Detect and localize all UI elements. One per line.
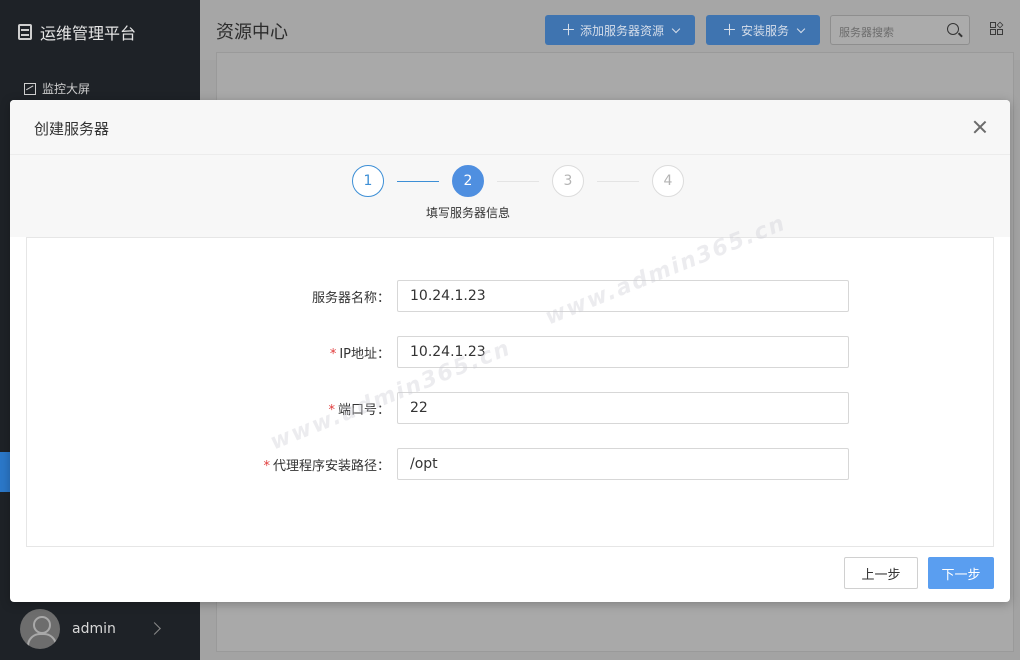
step-3: 3 bbox=[552, 165, 584, 197]
steps: 1 2 3 4 填写服务器信息 bbox=[10, 155, 1010, 237]
install-service-button[interactable]: ＋ 安装服务 bbox=[706, 15, 820, 45]
port-field[interactable] bbox=[397, 392, 849, 424]
chevron-right-icon[interactable] bbox=[148, 622, 161, 635]
server-icon bbox=[18, 24, 32, 40]
sidebar-active-marker bbox=[0, 452, 10, 492]
modal-title: 创建服务器 bbox=[34, 120, 110, 138]
page-title: 资源中心 bbox=[216, 22, 288, 43]
add-server-label: 添加服务器资源 bbox=[580, 23, 665, 38]
required-mark: * bbox=[263, 459, 270, 474]
header: 资源中心 ＋ 添加服务器资源 ＋ 安装服务 服务器搜索 bbox=[200, 0, 1020, 60]
user-name: admin bbox=[72, 621, 116, 637]
plus-icon: ＋ bbox=[721, 20, 737, 39]
server-name-field[interactable] bbox=[397, 280, 849, 312]
ip-label: * IP地址： bbox=[329, 347, 390, 362]
brand-title: 运维管理平台 bbox=[40, 24, 137, 43]
search-input[interactable]: 服务器搜索 bbox=[830, 15, 970, 45]
step-connector bbox=[497, 181, 539, 182]
grid-icon[interactable] bbox=[990, 21, 1004, 36]
step-4: 4 bbox=[652, 165, 684, 197]
install-path-field[interactable] bbox=[397, 448, 849, 480]
brand: 运维管理平台 bbox=[18, 20, 136, 44]
port-label: * 端口号： bbox=[328, 403, 390, 418]
form-row-server-name: 服务器名称： bbox=[27, 280, 995, 312]
add-server-button[interactable]: ＋ 添加服务器资源 bbox=[545, 15, 695, 45]
step-connector bbox=[597, 181, 639, 182]
chart-icon bbox=[24, 82, 36, 95]
user-menu[interactable]: admin bbox=[20, 609, 116, 649]
prev-step-button[interactable]: 上一步 bbox=[844, 557, 918, 589]
close-icon[interactable] bbox=[972, 119, 988, 135]
plus-icon: ＋ bbox=[560, 20, 576, 39]
install-path-label: * 代理程序安装路径： bbox=[263, 459, 390, 474]
step-2-label: 填写服务器信息 bbox=[425, 206, 510, 220]
create-server-dialog: 创建服务器 1 2 3 4 填写服务器信息 服务器名称： *IP地址： *端口号… bbox=[10, 100, 1010, 602]
form-row-port: * 端口号： bbox=[27, 392, 995, 424]
next-step-button[interactable]: 下一步 bbox=[928, 557, 994, 589]
form-row-install-path: * 代理程序安装路径： bbox=[27, 448, 995, 480]
step-1: 1 bbox=[352, 165, 384, 197]
step-connector bbox=[397, 181, 439, 182]
step-2: 2 bbox=[452, 165, 484, 197]
ip-field[interactable] bbox=[397, 336, 849, 368]
install-service-label: 安装服务 bbox=[741, 23, 790, 38]
form-row-ip: * IP地址： bbox=[27, 336, 995, 368]
sidebar-item-label: 监控大屏 bbox=[42, 82, 91, 96]
search-icon[interactable] bbox=[947, 23, 959, 35]
chevron-down-icon bbox=[796, 24, 806, 33]
modal-header: 创建服务器 bbox=[10, 100, 1010, 155]
search-placeholder: 服务器搜索 bbox=[839, 26, 894, 39]
sidebar-item-monitor[interactable]: 监控大屏 bbox=[24, 80, 90, 97]
chevron-down-icon bbox=[671, 24, 681, 33]
server-form: 服务器名称： *IP地址： *端口号： *代理程序安装路径： www.admin… bbox=[26, 211, 995, 547]
required-mark: * bbox=[328, 403, 335, 418]
avatar-icon bbox=[20, 609, 60, 649]
server-name-label: 服务器名称： bbox=[311, 291, 390, 306]
required-mark: * bbox=[329, 347, 337, 362]
